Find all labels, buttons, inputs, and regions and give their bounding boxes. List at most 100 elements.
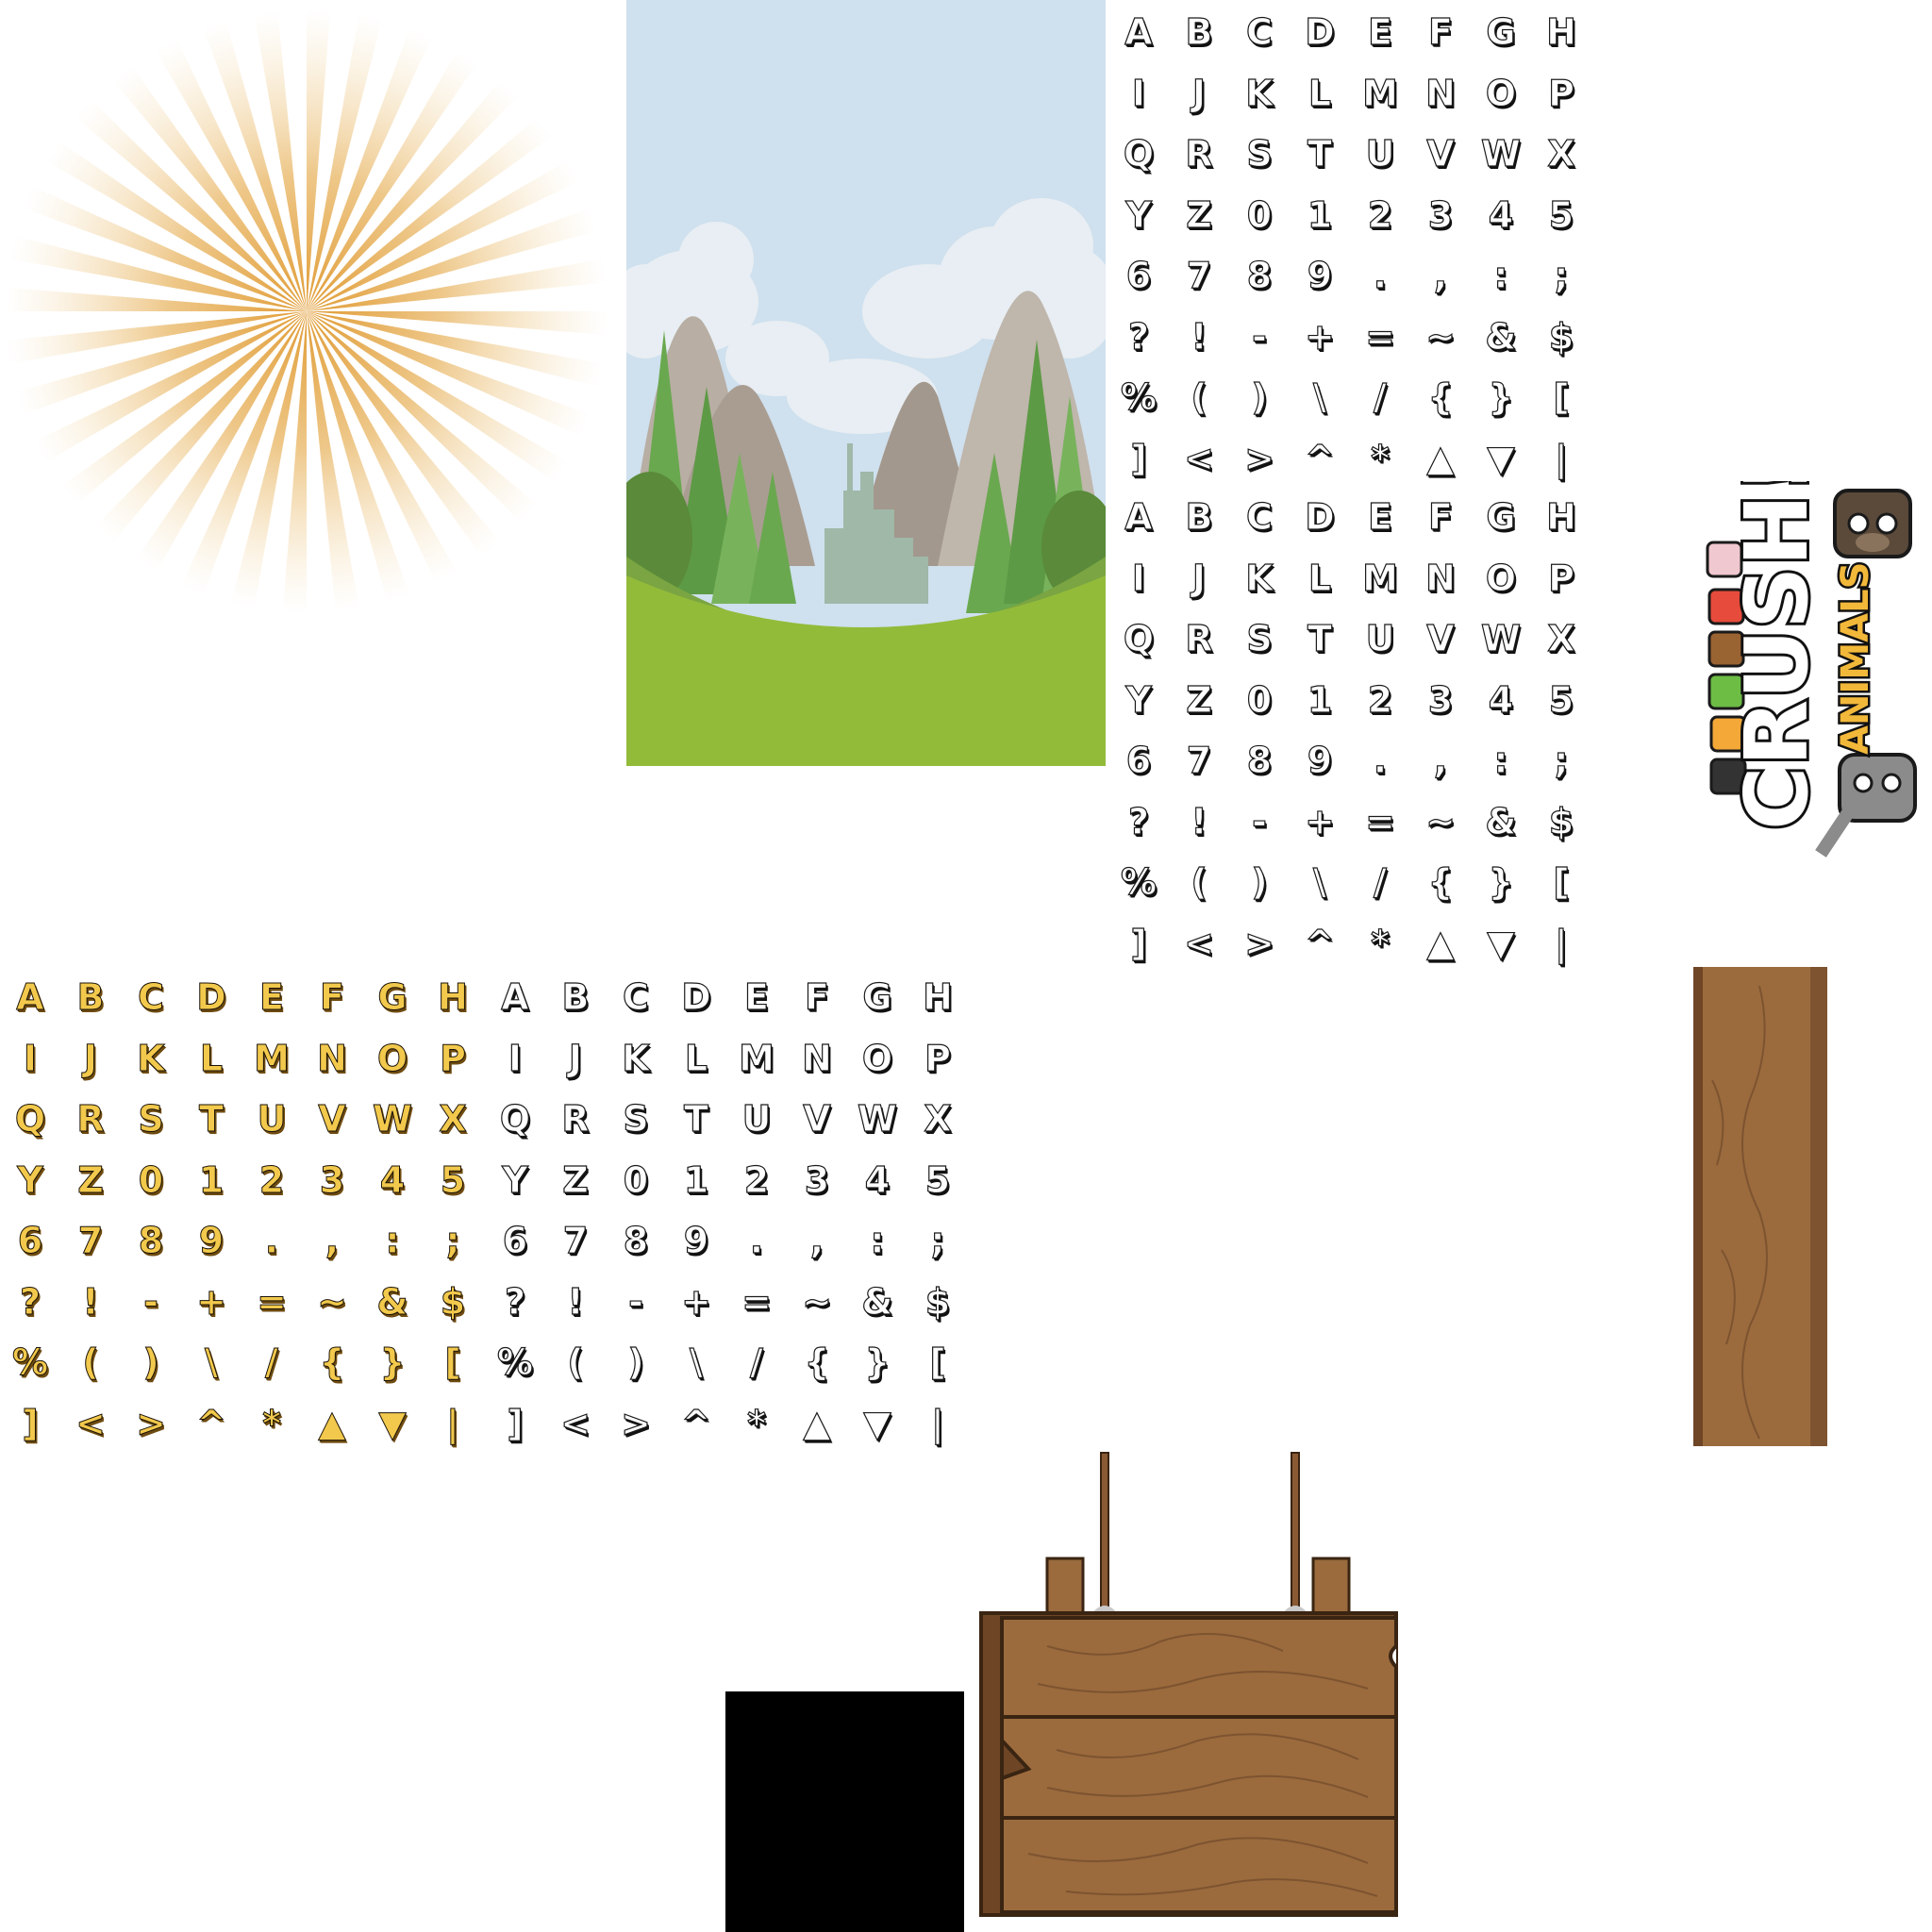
- landscape-background: [626, 0, 1106, 766]
- font-glyph: V: [318, 1098, 346, 1141]
- font-glyph: U: [257, 1098, 287, 1141]
- gorilla-icon: [1833, 489, 1912, 558]
- font-glyph: W: [857, 1098, 897, 1141]
- font-glyph: *: [262, 1402, 282, 1444]
- font-glyph: ): [1251, 861, 1269, 904]
- font-glyph: J: [1191, 72, 1207, 114]
- font-glyph: :: [870, 1220, 885, 1262]
- font-glyph: 4: [379, 1158, 406, 1201]
- font-glyph: M: [1361, 72, 1398, 114]
- font-glyph: .: [1373, 740, 1388, 782]
- font-glyph: ?: [1127, 800, 1150, 842]
- font-glyph: A: [1124, 496, 1154, 539]
- font-glyph: ]: [1130, 437, 1148, 479]
- font-glyph: B: [561, 976, 590, 1019]
- black-square-sprite: [725, 1691, 964, 1932]
- font-glyph: ?: [1127, 315, 1150, 358]
- font-glyph: $: [440, 1280, 466, 1323]
- font-glyph: $: [1548, 800, 1574, 842]
- font-glyph: ▼: [378, 1402, 407, 1444]
- font-glyph: G: [1486, 11, 1516, 54]
- font-glyph: %: [496, 1341, 534, 1384]
- font-glyph: F: [1427, 11, 1453, 54]
- font-glyph: C: [1245, 11, 1273, 54]
- font-glyph: 6: [502, 1220, 528, 1262]
- font-glyph: I: [1131, 72, 1146, 114]
- font-glyph: 8: [1246, 255, 1273, 297]
- font-glyph: V: [803, 1098, 832, 1141]
- sun-ray: [282, 311, 307, 613]
- font-glyph: S: [623, 1098, 650, 1141]
- wooden-post: [1693, 967, 1827, 1446]
- font-glyph: B: [76, 976, 105, 1019]
- font-glyph: T: [1307, 133, 1332, 175]
- font-glyph: (: [1191, 376, 1208, 419]
- font-glyph: 4: [1488, 678, 1514, 721]
- font-glyph: 1: [1307, 678, 1333, 721]
- font-glyph: O: [861, 1037, 893, 1079]
- font-glyph: ^: [680, 1402, 711, 1444]
- font-glyph: !: [1191, 315, 1208, 358]
- font-glyph: &: [861, 1280, 893, 1323]
- font-glyph: 5: [924, 1158, 951, 1201]
- font-glyph: L: [1307, 72, 1332, 114]
- font-glyph: G: [1486, 496, 1516, 539]
- font-glyph: ]: [1130, 922, 1148, 964]
- font-glyph: R: [1185, 133, 1213, 175]
- font-glyph: ,: [325, 1220, 340, 1262]
- font-glyph: 7: [562, 1220, 589, 1262]
- font-glyph: {: [1427, 861, 1454, 904]
- font-glyph: Q: [1123, 133, 1155, 175]
- font-glyph: -: [1252, 315, 1268, 358]
- font-glyph: L: [684, 1037, 708, 1079]
- font-glyph: 7: [1186, 255, 1212, 297]
- font-glyph: ▲: [318, 1402, 346, 1444]
- font-glyph: ]: [22, 1402, 39, 1444]
- svg-text:ANIMALS: ANIMALS: [1834, 562, 1877, 755]
- font-glyph: >: [1243, 922, 1274, 964]
- font-glyph: :: [1493, 255, 1508, 297]
- font-glyph: .: [749, 1220, 764, 1262]
- font-glyph: P: [440, 1037, 467, 1079]
- font-glyph: {: [319, 1341, 345, 1384]
- font-glyph: F: [1427, 496, 1453, 539]
- font-glyph: 1: [1307, 193, 1333, 236]
- font-glyph: P: [924, 1037, 951, 1079]
- font-glyph: ▼: [863, 1402, 891, 1444]
- font-glyph: %: [1120, 861, 1158, 904]
- font-glyph: 4: [1488, 193, 1514, 236]
- font-glyph: B: [1185, 496, 1213, 539]
- font-glyph: D: [196, 976, 227, 1019]
- font-glyph: -: [628, 1280, 644, 1323]
- font-glyph: 9: [198, 1220, 225, 1262]
- font-glyph: >: [620, 1402, 651, 1444]
- font-glyph: +: [196, 1280, 227, 1323]
- font-glyph: &: [1485, 315, 1517, 358]
- font-glyph: <: [1183, 922, 1214, 964]
- font-glyph: $: [1548, 315, 1574, 358]
- font-glyph: T: [683, 1098, 708, 1141]
- font-glyph: S: [1246, 133, 1274, 175]
- font-glyph: \: [205, 1341, 219, 1384]
- font-glyph: M: [254, 1037, 291, 1079]
- font-glyph: (: [567, 1341, 585, 1384]
- font-glyph: ▲: [1426, 437, 1455, 479]
- font-glyph: Y: [502, 1158, 529, 1201]
- font-glyph: M: [1361, 557, 1398, 599]
- font-glyph: 7: [1186, 740, 1212, 782]
- font-glyph: Z: [1186, 193, 1213, 236]
- elephant-icon: [1815, 753, 1917, 858]
- font-glyph: E: [743, 976, 769, 1019]
- font-glyph: =: [1364, 315, 1395, 358]
- font-glyph: <: [1183, 437, 1214, 479]
- font-glyph: ;: [930, 1220, 945, 1262]
- font-glyph: P: [1547, 72, 1574, 114]
- font-glyph: O: [1485, 72, 1517, 114]
- font-glyph: L: [199, 1037, 224, 1079]
- font-glyph: }: [1488, 861, 1514, 904]
- font-glyph: *: [746, 1402, 766, 1444]
- font-glyph: O: [376, 1037, 408, 1079]
- font-glyph: =: [741, 1280, 772, 1323]
- font-glyph: ]: [507, 1402, 525, 1444]
- font-glyph: }: [864, 1341, 891, 1384]
